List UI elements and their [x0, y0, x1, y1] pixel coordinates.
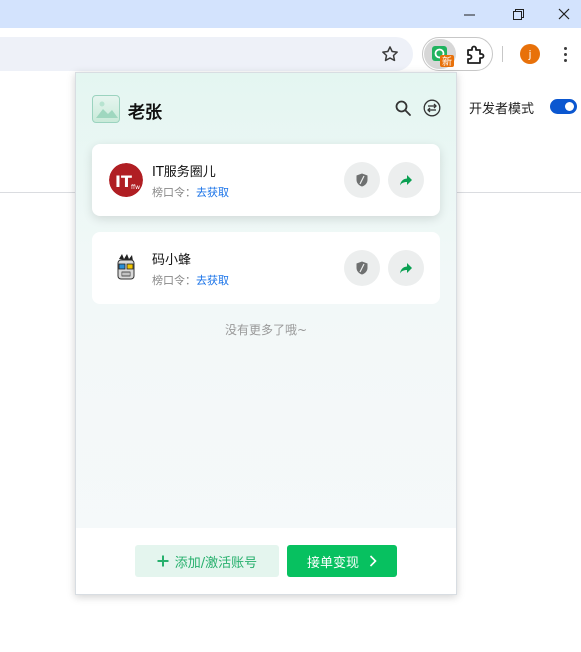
account-name: 码小蜂: [152, 253, 192, 268]
shield-button[interactable]: [344, 250, 380, 286]
popup-header: 老张: [76, 73, 456, 143]
toolbar-separator: [502, 46, 503, 62]
profile-avatar[interactable]: j: [520, 44, 540, 64]
minimize-window-button[interactable]: [446, 0, 492, 28]
landscape-icon: [96, 101, 118, 118]
svg-text:IT: IT: [115, 172, 132, 191]
browser-toolbar: 新 j: [0, 28, 581, 78]
svg-text:ffw: ffw: [131, 184, 140, 191]
window-title-bar: [0, 0, 581, 28]
extensions-menu-button[interactable]: [464, 44, 488, 66]
developer-mode-toggle[interactable]: [550, 99, 577, 114]
code-label: 榜口令：: [152, 274, 196, 287]
swap-icon: [423, 99, 441, 117]
shield-icon: [356, 173, 368, 187]
restore-icon: [512, 8, 524, 20]
share-button[interactable]: [388, 162, 424, 198]
extension-logo-icon: 新: [432, 46, 454, 68]
shield-icon: [356, 261, 368, 275]
share-arrow-icon: [400, 263, 412, 274]
account-card[interactable]: IT ffw IT服务圈儿 榜口令：去获取: [92, 144, 440, 216]
account-card[interactable]: 码小蜂 榜口令：去获取: [92, 232, 440, 304]
minimize-icon: [463, 14, 475, 15]
dot-icon: [563, 52, 567, 56]
bookmark-star-icon[interactable]: [380, 44, 400, 64]
popup-footer: 添加/激活账号 接单变现: [76, 528, 456, 594]
user-name: 老张: [128, 103, 162, 123]
browser-menu-button[interactable]: [557, 44, 573, 64]
share-button[interactable]: [388, 250, 424, 286]
account-code: 榜口令：去获取: [152, 272, 229, 288]
robot-avatar-icon: [109, 251, 143, 285]
account-avatar: [109, 251, 143, 285]
active-extension-button[interactable]: 新: [424, 39, 456, 69]
no-more-hint: 没有更多了哦~: [224, 323, 308, 337]
dot-icon: [563, 58, 567, 62]
extension-popup: 老张 IT ffw IT服务圈儿 榜口令：去获取 码小蜂 榜口令：去获取 没有更…: [75, 72, 457, 595]
plus-icon: [157, 555, 169, 567]
take-orders-button[interactable]: 接单变现: [287, 545, 397, 577]
search-button[interactable]: [394, 99, 412, 117]
search-icon: [395, 100, 411, 116]
dot-icon: [563, 46, 567, 50]
close-window-button[interactable]: [541, 0, 581, 28]
account-name: IT服务圈儿: [152, 165, 216, 180]
restore-window-button[interactable]: [495, 0, 541, 28]
share-arrow-icon: [400, 175, 412, 186]
account-avatar: IT ffw: [109, 163, 143, 197]
account-logo: [92, 95, 120, 123]
add-account-label: 添加/激活账号: [174, 555, 258, 571]
developer-mode-label: 开发者模式: [469, 102, 535, 117]
code-label: 榜口令：: [152, 186, 196, 199]
chevron-right-icon: [369, 555, 377, 567]
shield-button[interactable]: [344, 162, 380, 198]
it-logo-icon: IT ffw: [109, 163, 143, 197]
close-icon: [558, 8, 570, 20]
account-code: 榜口令：去获取: [152, 184, 229, 200]
add-account-button[interactable]: 添加/激活账号: [135, 545, 279, 577]
switch-account-button[interactable]: [423, 99, 441, 117]
puzzle-icon: [467, 45, 485, 64]
take-orders-label: 接单变现: [306, 555, 359, 571]
get-code-link[interactable]: 去获取: [196, 274, 229, 287]
get-code-link[interactable]: 去获取: [196, 186, 229, 199]
address-bar[interactable]: [0, 37, 413, 71]
extension-badge: 新: [442, 55, 452, 68]
